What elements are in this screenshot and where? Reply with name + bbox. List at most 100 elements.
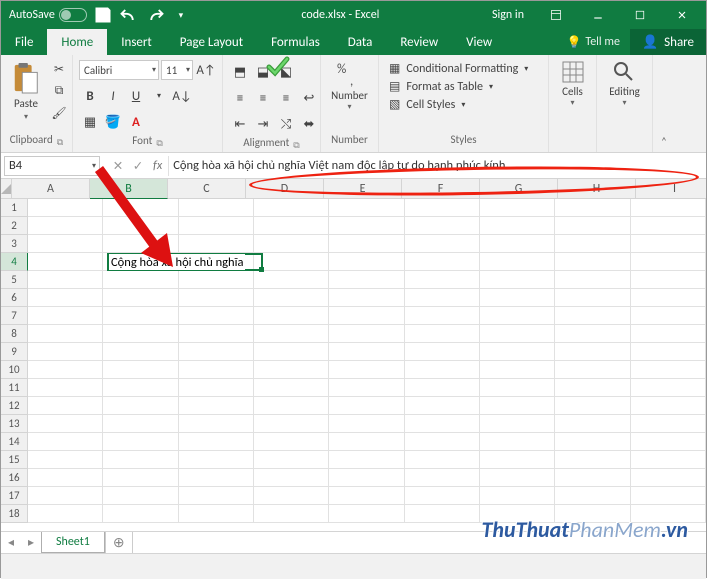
- copy-icon[interactable]: ⧉: [49, 81, 69, 101]
- row-header-7[interactable]: 7: [1, 307, 28, 325]
- format-painter-icon[interactable]: 🖌: [49, 103, 69, 123]
- dialog-launcher-icon[interactable]: ⧉: [57, 137, 63, 148]
- cell-D9[interactable]: [254, 343, 329, 361]
- cell-E2[interactable]: [329, 217, 404, 235]
- cell-E18[interactable]: [329, 505, 404, 523]
- shrink-font-icon[interactable]: A↓: [171, 85, 193, 107]
- cell-A9[interactable]: [28, 343, 103, 361]
- cell-D2[interactable]: [254, 217, 329, 235]
- cell-D4[interactable]: [254, 253, 329, 271]
- cell-D6[interactable]: [254, 289, 329, 307]
- select-all-corner[interactable]: [1, 179, 12, 199]
- cell-D3[interactable]: [254, 235, 329, 253]
- cell-B7[interactable]: [103, 307, 178, 325]
- cell-I7[interactable]: [631, 307, 706, 325]
- cell-H2[interactable]: [555, 217, 630, 235]
- cell-H1[interactable]: [555, 199, 630, 217]
- row-header-17[interactable]: 17: [1, 487, 28, 505]
- cell-I10[interactable]: [631, 361, 706, 379]
- tell-me[interactable]: 💡Tell me: [556, 29, 629, 55]
- editing-button[interactable]: Editing ▾: [609, 59, 640, 108]
- cell-G7[interactable]: [480, 307, 555, 325]
- cell-E7[interactable]: [329, 307, 404, 325]
- cell-D12[interactable]: [254, 397, 329, 415]
- cell-B18[interactable]: [103, 505, 178, 523]
- cell-E4[interactable]: [329, 253, 404, 271]
- cell-C18[interactable]: [179, 505, 254, 523]
- cell-G6[interactable]: [480, 289, 555, 307]
- name-box[interactable]: B4 ▾: [4, 156, 100, 176]
- cell-G9[interactable]: [480, 343, 555, 361]
- cell-D11[interactable]: [254, 379, 329, 397]
- cell-B8[interactable]: [103, 325, 178, 343]
- cell-F15[interactable]: [405, 451, 480, 469]
- cell-G13[interactable]: [480, 415, 555, 433]
- cell-B14[interactable]: [103, 433, 178, 451]
- row-header-15[interactable]: 15: [1, 451, 28, 469]
- grow-font-icon[interactable]: A↑: [195, 59, 217, 81]
- cell-A18[interactable]: [28, 505, 103, 523]
- cell-A5[interactable]: [28, 271, 103, 289]
- cell-E14[interactable]: [329, 433, 404, 451]
- cell-A11[interactable]: [28, 379, 103, 397]
- cell-I11[interactable]: [631, 379, 706, 397]
- col-header-B[interactable]: B: [90, 179, 168, 199]
- cell-E11[interactable]: [329, 379, 404, 397]
- row-header-9[interactable]: 9: [1, 343, 28, 361]
- save-icon[interactable]: [93, 5, 113, 25]
- cell-G16[interactable]: [480, 469, 555, 487]
- cell-F13[interactable]: [405, 415, 480, 433]
- col-header-G[interactable]: G: [480, 179, 558, 199]
- font-size-select[interactable]: 11▾: [161, 60, 193, 80]
- cell-H9[interactable]: [555, 343, 630, 361]
- tab-home[interactable]: Home: [47, 29, 107, 55]
- italic-button[interactable]: I: [102, 85, 124, 107]
- border-icon[interactable]: ▦: [79, 111, 101, 133]
- row-header-13[interactable]: 13: [1, 415, 28, 433]
- cell-I15[interactable]: [631, 451, 706, 469]
- underline-button[interactable]: U: [125, 85, 147, 107]
- qat-more-icon[interactable]: ▾: [171, 5, 191, 25]
- cell-A8[interactable]: [28, 325, 103, 343]
- cell-G3[interactable]: [480, 235, 555, 253]
- align-left-icon[interactable]: ≡: [229, 87, 251, 109]
- collapse-ribbon-icon[interactable]: ˄: [653, 130, 675, 152]
- row-header-10[interactable]: 10: [1, 361, 28, 379]
- cell-F10[interactable]: [405, 361, 480, 379]
- cell-H11[interactable]: [555, 379, 630, 397]
- cell-E9[interactable]: [329, 343, 404, 361]
- row-header-4[interactable]: 4: [1, 253, 28, 271]
- cell-F4[interactable]: [405, 253, 480, 271]
- cell-G8[interactable]: [480, 325, 555, 343]
- cell-F1[interactable]: [405, 199, 480, 217]
- cell-C6[interactable]: [179, 289, 254, 307]
- fill-color-icon[interactable]: 🪣: [102, 111, 124, 133]
- cell-D1[interactable]: [254, 199, 329, 217]
- cell-H10[interactable]: [555, 361, 630, 379]
- cell-B11[interactable]: [103, 379, 178, 397]
- row-header-12[interactable]: 12: [1, 397, 28, 415]
- cell-A6[interactable]: [28, 289, 103, 307]
- col-header-H[interactable]: H: [558, 179, 636, 199]
- cell-H5[interactable]: [555, 271, 630, 289]
- close-icon[interactable]: [662, 1, 702, 29]
- cell-D13[interactable]: [254, 415, 329, 433]
- maximize-icon[interactable]: [620, 1, 660, 29]
- cell-I9[interactable]: [631, 343, 706, 361]
- cell-E6[interactable]: [329, 289, 404, 307]
- col-header-D[interactable]: D: [246, 179, 324, 199]
- tab-data[interactable]: Data: [334, 29, 387, 55]
- row-header-14[interactable]: 14: [1, 433, 28, 451]
- col-header-C[interactable]: C: [168, 179, 246, 199]
- cell-F12[interactable]: [405, 397, 480, 415]
- cell-A16[interactable]: [28, 469, 103, 487]
- cell-G12[interactable]: [480, 397, 555, 415]
- cell-B5[interactable]: [103, 271, 178, 289]
- orientation-icon[interactable]: ⤭: [275, 113, 297, 135]
- cell-B6[interactable]: [103, 289, 178, 307]
- cell-A13[interactable]: [28, 415, 103, 433]
- cell-I14[interactable]: [631, 433, 706, 451]
- tab-page-layout[interactable]: Page Layout: [166, 29, 257, 55]
- format-as-table-button[interactable]: ▤Format as Table▾: [389, 79, 538, 94]
- cell-B9[interactable]: [103, 343, 178, 361]
